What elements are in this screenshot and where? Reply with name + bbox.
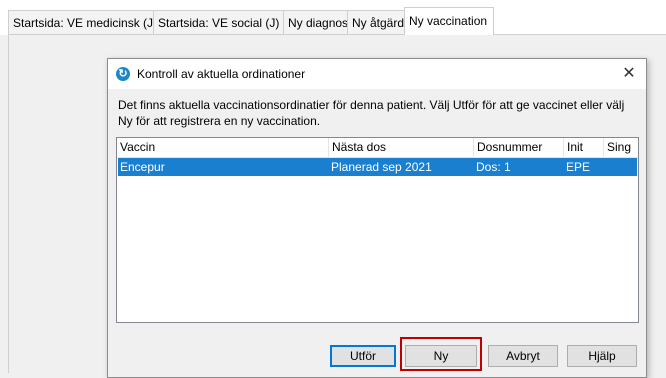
dialog-body: Det finns aktuella vaccinationsordinatie… [108,89,646,377]
column-header-init[interactable]: Init [564,138,604,157]
dialog-titlebar: ↻ Kontroll av aktuella ordinationer ✕ [108,59,646,89]
cell-nasta-dos: Planerad sep 2021 [331,160,432,174]
dialog-title: Kontroll av aktuella ordinationer [137,67,306,81]
tab-ny-vaccination[interactable]: Ny vaccination [404,7,494,35]
hjalp-button[interactable]: Hjälp [567,345,637,367]
cell-dosnummer: Dos: 1 [476,160,511,174]
dialog-message: Det finns aktuella vaccinationsordinatie… [118,98,625,128]
tab-ny-atgard[interactable]: Ny åtgärd [347,10,405,34]
tab-startsida-ve-social[interactable]: Startsida: VE social (J) [153,10,284,34]
utfor-button[interactable]: Utför [330,345,396,367]
column-header-nasta-dos[interactable]: Nästa dos [329,138,474,157]
vaccination-list[interactable]: Vaccin Nästa dos Dosnummer Init Sing Enc… [116,137,639,323]
column-header-dosnummer[interactable]: Dosnummer [474,138,564,157]
avbryt-button[interactable]: Avbryt [488,345,558,367]
kontroll-dialog: ↻ Kontroll av aktuella ordinationer ✕ De… [107,58,647,378]
close-button[interactable]: ✕ [618,63,640,85]
ny-button-highlight [400,337,482,371]
tab-bar: Startsida: VE medicinsk (J) Startsida: V… [0,0,666,35]
column-header-vaccin[interactable]: Vaccin [117,138,329,157]
cell-init: EPE [566,160,591,174]
table-row[interactable]: Encepur Planerad sep 2021 Dos: 1 EPE [118,158,637,176]
tab-ny-diagnos[interactable]: Ny diagnos [283,10,348,34]
tab-startsida-ve-medicinsk[interactable]: Startsida: VE medicinsk (J) [8,10,157,34]
cell-sing [604,158,638,176]
refresh-icon: ↻ [116,67,130,81]
list-header: Vaccin Nästa dos Dosnummer Init Sing [117,138,638,158]
column-header-sing[interactable]: Sing [604,138,638,157]
cell-vaccin: Encepur [120,160,165,174]
